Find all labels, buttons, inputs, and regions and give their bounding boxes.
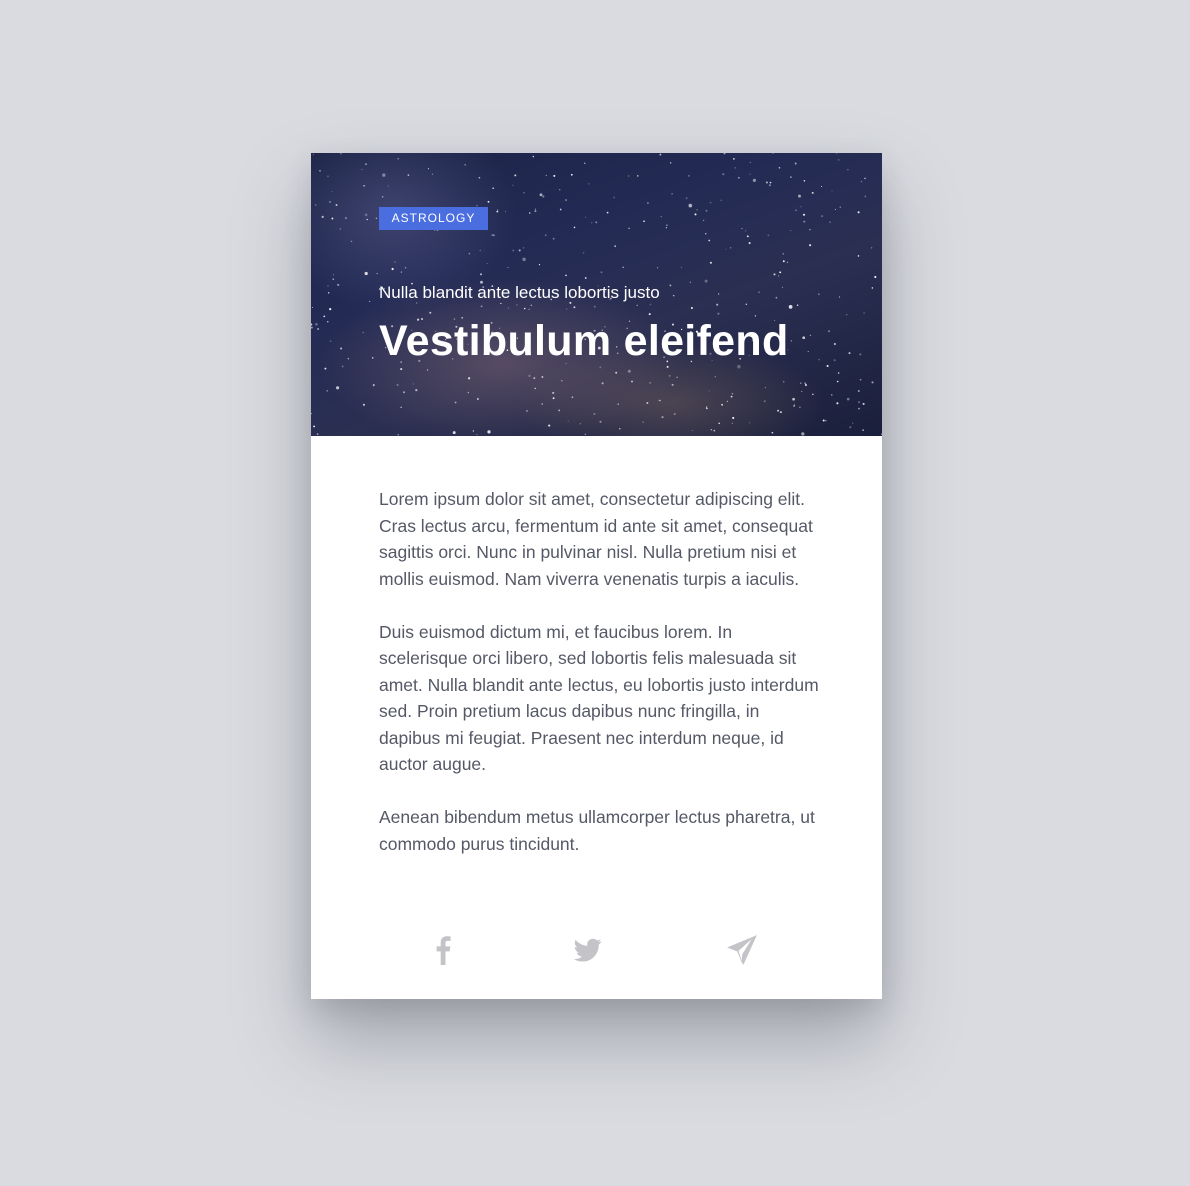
article-body: Lorem ipsum dolor sit amet, consectetur … (379, 486, 824, 884)
article-title: Vestibulum eleifend (379, 317, 789, 365)
facebook-icon (436, 936, 451, 965)
twitter-icon (573, 938, 602, 962)
paragraph: Aenean bibendum metus ullamcorper lectus… (379, 807, 815, 854)
share-facebook-button[interactable] (421, 928, 465, 972)
category-tag[interactable]: ASTROLOGY (379, 207, 488, 230)
hero-image: ASTROLOGY Nulla blandit ante lectus lobo… (311, 153, 882, 436)
page: ASTROLOGY Nulla blandit ante lectus lobo… (0, 0, 1190, 1186)
share-send-button[interactable] (720, 928, 764, 972)
share-twitter-button[interactable] (566, 928, 610, 972)
article-card: ASTROLOGY Nulla blandit ante lectus lobo… (311, 153, 882, 999)
article-subtitle: Nulla blandit ante lectus lobortis justo (379, 283, 660, 302)
share-bar (311, 928, 882, 972)
send-icon (727, 935, 757, 965)
paragraph: Lorem ipsum dolor sit amet, consectetur … (379, 489, 813, 589)
paragraph: Duis euismod dictum mi, et faucibus lore… (379, 621, 819, 775)
